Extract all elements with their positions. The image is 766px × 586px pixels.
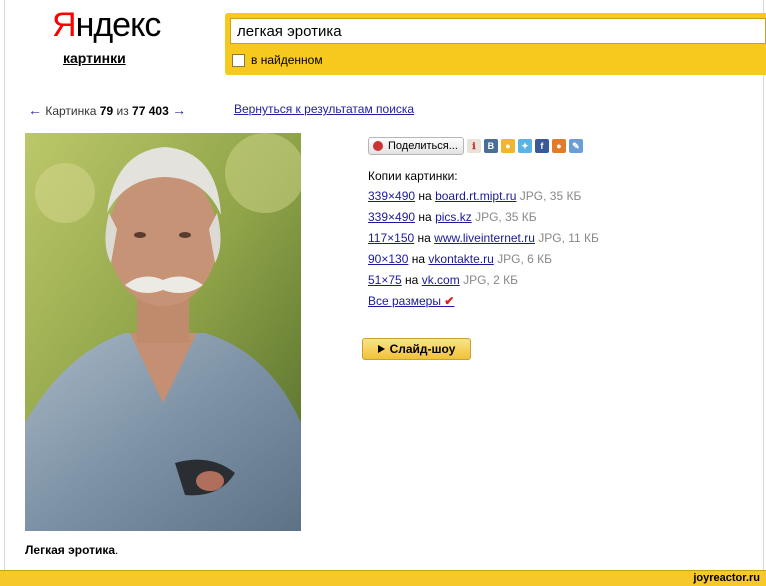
share-button[interactable]: Поделиться... (368, 137, 464, 155)
copy-site-link[interactable]: vkontakte.ru (428, 252, 493, 266)
copy-site-link[interactable]: www.liveinternet.ru (434, 231, 535, 245)
image-pager: ← Картинка 79 из 77 403 → (28, 102, 186, 118)
on-label: на (418, 189, 432, 203)
vkontakte-icon[interactable]: В (483, 139, 498, 153)
blog-pencil-icon[interactable]: ✎ (568, 139, 583, 153)
copy-site-link[interactable]: vk.com (422, 273, 460, 287)
watermark: joyreactor.ru (693, 572, 760, 584)
search-bar: в найденном (225, 13, 766, 75)
livejournal-icon[interactable]: ℹ (466, 139, 481, 153)
total-count: 77 403 (132, 104, 169, 118)
copy-meta: JPG, 35 КБ (475, 210, 537, 224)
copy-row: 339×490 на pics.kz JPG, 35 КБ (368, 209, 599, 225)
on-label: на (417, 231, 431, 245)
copy-row: 339×490 на board.rt.mipt.ru JPG, 35 КБ (368, 188, 599, 204)
slideshow-label: Слайд-шоу (389, 342, 456, 356)
copy-row: 90×130 на vkontakte.ru JPG, 6 КБ (368, 251, 599, 267)
prev-arrow-icon[interactable]: ← (28, 102, 42, 118)
in-found-checkbox[interactable] (232, 53, 245, 67)
on-label: на (411, 252, 426, 266)
odnoklassniki-icon[interactable]: ● (551, 139, 566, 153)
copy-size-link[interactable]: 51×75 (368, 273, 402, 287)
of-label: из (116, 104, 129, 118)
copies-list: 339×490 на board.rt.mipt.ru JPG, 35 КБ 33… (368, 188, 599, 288)
checkmark-icon: ✔ (444, 294, 455, 308)
copy-meta: JPG, 6 КБ (497, 252, 552, 266)
copy-row: 117×150 на www.liveinternet.ru JPG, 11 К… (368, 230, 599, 246)
copy-site-link[interactable]: board.rt.mipt.ru (435, 189, 516, 203)
moimir-icon[interactable]: ● (500, 139, 515, 153)
next-arrow-icon[interactable]: → (172, 102, 186, 118)
on-label: на (405, 273, 419, 287)
copy-size-link[interactable]: 117×150 (368, 231, 414, 245)
image-info-panel: Поделиться... ℹ В ● ✦ f ● ✎ Копии картин… (368, 137, 599, 308)
section-link-images[interactable]: картинки (63, 50, 126, 66)
in-found-label: в найденном (251, 53, 323, 67)
share-row: Поделиться... ℹ В ● ✦ f ● ✎ (368, 137, 599, 155)
copy-meta: JPG, 35 КБ (519, 189, 582, 203)
footer-bar: joyreactor.ru (0, 570, 766, 586)
copy-size-link[interactable]: 339×490 (368, 210, 415, 224)
all-sizes-link[interactable]: Все размеры ✔ (368, 294, 599, 308)
play-icon (377, 345, 385, 353)
copy-row: 51×75 на vk.com JPG, 2 КБ (368, 272, 599, 288)
copy-meta: JPG, 11 КБ (538, 231, 599, 245)
facebook-icon[interactable]: f (534, 139, 549, 153)
main-photo[interactable] (25, 133, 301, 531)
copy-meta: JPG, 2 КБ (463, 273, 518, 287)
copy-size-link[interactable]: 90×130 (368, 252, 408, 266)
twitter-icon[interactable]: ✦ (517, 139, 532, 153)
on-label: на (418, 210, 432, 224)
search-input[interactable] (230, 18, 766, 44)
yandex-logo[interactable]: Яндекс (52, 6, 161, 44)
slideshow-button[interactable]: Слайд-шоу (362, 338, 471, 360)
share-icon (373, 141, 383, 151)
copy-site-link[interactable]: pics.kz (435, 210, 472, 224)
copies-title: Копии картинки: (368, 169, 458, 183)
image-caption: Легкая эротика. (25, 543, 119, 557)
image-label: Картинка (45, 104, 97, 118)
search-in-found[interactable]: в найденном (232, 53, 323, 67)
copy-size-link[interactable]: 339×490 (368, 189, 415, 203)
current-index: 79 (99, 104, 114, 118)
back-to-results-link[interactable]: Вернуться к результатам поиска (234, 102, 414, 116)
share-button-label: Поделиться... (388, 140, 458, 152)
